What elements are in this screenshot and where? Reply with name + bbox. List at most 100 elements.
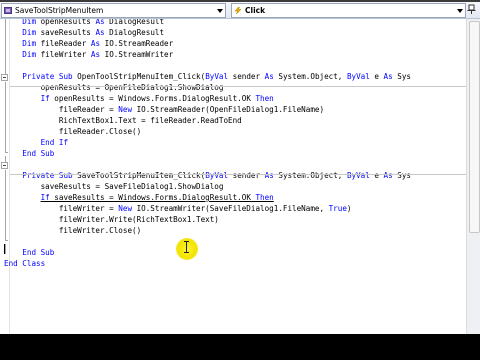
keyword-token: ByVal [346, 72, 370, 81]
code-text: fileReader.Close() [4, 126, 141, 137]
code-line: Dim openResults As DialogResult [0, 19, 466, 27]
code-line: fileReader.Close() [0, 126, 466, 137]
keyword-token: Dim [22, 39, 37, 48]
code-token: saveResults = Windows.Forms.DialogResult… [49, 193, 256, 202]
code-text: Private Sub OpenToolStripMenuItem_Click(… [4, 71, 411, 82]
code-text: End Class [4, 258, 45, 269]
class-member-dropdown-value: SaveToolStripMenuItem [15, 6, 104, 15]
keyword-token: End [40, 138, 55, 147]
code-token: fileWriter = [4, 204, 119, 213]
code-text: If openResults = Windows.Forms.DialogRes… [4, 93, 274, 104]
code-token: ) [346, 204, 352, 213]
keyword-token: End [22, 248, 37, 257]
code-text: End Sub [4, 148, 54, 159]
code-token: openResults = Windows.Forms.DialogResult… [49, 94, 256, 103]
keyword-token: Private [22, 72, 55, 81]
code-token: fileReader = [4, 105, 119, 114]
keyword-token: As [95, 19, 105, 26]
code-line: End Class [0, 258, 466, 269]
method-event-dropdown[interactable]: Click [231, 3, 466, 18]
code-token: System.Object, [273, 171, 347, 180]
lightning-event-icon [234, 7, 242, 14]
code-token: sender [228, 72, 265, 81]
code-token: System.Object, [273, 72, 347, 81]
keyword-token: Sub [40, 149, 55, 158]
code-text: saveResults = SaveFileDialog1.ShowDialog [4, 181, 224, 192]
keyword-token: Private [22, 171, 55, 180]
keyword-token: As [264, 72, 274, 81]
keyword-token: End [22, 149, 37, 158]
keyword-token: Sub [40, 248, 55, 257]
keyword-token: ByVal [346, 171, 370, 180]
code-token: IO.StreamWriter(SaveFileDialog1.FileName… [132, 204, 329, 213]
code-text: End Sub [4, 247, 54, 258]
keyword-token: As [95, 28, 105, 37]
code-token: e [369, 72, 384, 81]
code-token: RichTextBox1.Text = fileReader.ReadToEnd [4, 116, 242, 125]
code-text: Dim fileWriter As IO.StreamWriter [4, 49, 173, 60]
code-editor-panel: SaveToolStripMenuItem Click Dim openResu… [0, 2, 480, 334]
code-text: fileWriter = New IO.StreamWriter(SaveFil… [4, 203, 352, 214]
scrollbar-thumb[interactable] [469, 21, 480, 233]
code-token: Sys [392, 171, 411, 180]
ibeam-cursor-icon [184, 241, 189, 253]
keyword-token: Sub [58, 72, 73, 81]
code-line: If saveResults = Windows.Forms.DialogRes… [0, 192, 466, 203]
code-token: IO.StreamReader(OpenFileDialog1.FileName… [132, 105, 325, 114]
keyword-token: ByVal [205, 171, 229, 180]
procedure-separator [10, 86, 466, 87]
code-token: openResults = OpenFileDialog1.ShowDialog [4, 83, 224, 92]
code-text-area[interactable]: Dim openResults As DialogResult Dim save… [0, 19, 466, 334]
procedure-separator [10, 174, 466, 175]
text-caret [4, 244, 5, 254]
code-token: IO.StreamWriter [100, 50, 174, 59]
keyword-token: As [90, 50, 101, 59]
method-event-dropdown-value: Click [245, 6, 266, 15]
keyword-token: End [4, 259, 18, 268]
code-line: End Sub [0, 148, 466, 159]
code-token: OpenToolStripMenuItem_Click( [72, 72, 206, 81]
pin-icon[interactable] [466, 4, 477, 15]
code-text: RichTextBox1.Text = fileReader.ReadToEnd [4, 115, 242, 126]
keyword-token: As [90, 39, 101, 48]
keyword-token: Dim [22, 28, 37, 37]
keyword-token: If [40, 193, 50, 202]
code-line: End Sub [0, 247, 466, 258]
code-line: openResults = OpenFileDialog1.ShowDialog [0, 82, 466, 93]
code-token: sender [228, 171, 265, 180]
code-text: fileReader = New IO.StreamReader(OpenFil… [4, 104, 324, 115]
code-text: fileWriter.Write(RichTextBox1.Text) [4, 214, 219, 225]
code-token: fileReader.Close() [4, 127, 142, 136]
code-token: saveResults = SaveFileDialog1.ShowDialog [4, 182, 224, 191]
code-token: fileReader [36, 39, 91, 48]
code-token: fileWriter.Close() [4, 226, 142, 235]
keyword-token: As [383, 72, 393, 81]
code-text: Dim fileReader As IO.StreamReader [4, 38, 173, 49]
navigation-bar: SaveToolStripMenuItem Click [0, 2, 480, 19]
code-text: Dim openResults As DialogResult [4, 19, 164, 27]
code-line: fileWriter.Write(RichTextBox1.Text) [0, 214, 466, 225]
keyword-token: Then [255, 94, 274, 103]
code-token: saveResults [36, 28, 96, 37]
code-token: e [369, 171, 384, 180]
keyword-token: Dim [22, 50, 37, 59]
chevron-down-icon[interactable] [457, 9, 463, 13]
vertical-scrollbar[interactable] [466, 19, 480, 334]
chevron-down-icon[interactable] [217, 9, 223, 13]
code-line: saveResults = SaveFileDialog1.ShowDialog [0, 181, 466, 192]
class-member-icon [4, 7, 12, 14]
class-member-dropdown[interactable]: SaveToolStripMenuItem [1, 3, 226, 18]
code-token: DialogResult [104, 19, 165, 26]
code-line: If openResults = Windows.Forms.DialogRes… [0, 93, 466, 104]
code-line: Dim fileReader As IO.StreamReader [0, 38, 466, 49]
code-line: fileWriter.Close() [0, 225, 466, 236]
